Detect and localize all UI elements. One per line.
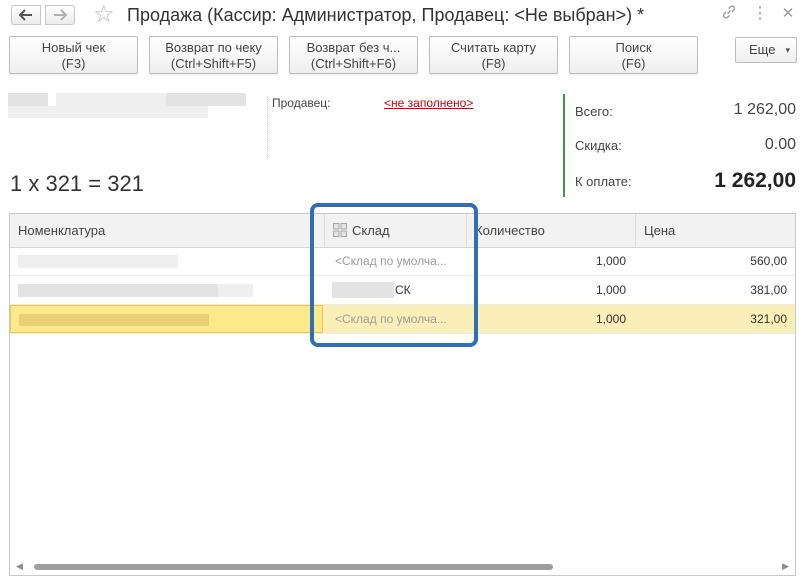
title-bar: ☆ Продажа (Кассир: Администратор, Продав… [0, 0, 808, 32]
button-label: Возврат по чеку [165, 40, 262, 55]
redacted-text [166, 93, 246, 106]
scroll-left-icon[interactable]: ◀ [16, 561, 23, 572]
search-button[interactable]: Поиск (F6) [569, 36, 698, 74]
warehouse-cell[interactable]: <Склад по умолча... [325, 247, 467, 275]
to-pay-label: К оплате: [575, 174, 632, 189]
forward-button[interactable] [45, 5, 75, 25]
items-table: Номенклатура Склад Количество Цена <Скла… [9, 213, 796, 576]
item-cell[interactable] [10, 305, 323, 333]
more-vertical-icon[interactable]: ⋮ [750, 4, 770, 24]
redacted-text [18, 284, 218, 297]
line-formula: 1 x 321 = 321 [10, 171, 144, 196]
price-cell[interactable]: 321,00 [636, 305, 795, 333]
table-header: Номенклатура Склад Количество Цена [10, 214, 795, 248]
quantity-cell[interactable]: 1,000 [467, 276, 636, 304]
column-header-price[interactable]: Цена [636, 214, 795, 247]
column-header-item[interactable]: Номенклатура [10, 214, 325, 247]
button-shortcut: (F8) [481, 56, 506, 71]
redacted-text [19, 314, 209, 326]
redacted-text [8, 106, 208, 118]
button-shortcut: (F6) [621, 56, 646, 71]
star-icon[interactable]: ☆ [93, 2, 115, 28]
redacted-text [56, 93, 166, 106]
grid-icon [333, 223, 347, 237]
close-icon[interactable]: ✕ [778, 4, 798, 24]
chevron-down-icon: ▾ [785, 45, 790, 55]
button-label: Новый чек [41, 40, 106, 55]
column-header-quantity[interactable]: Количество [467, 214, 636, 247]
link-icon[interactable] [719, 4, 739, 24]
window-title: Продажа (Кассир: Администратор, Продавец… [127, 5, 645, 25]
price-cell[interactable]: 560,00 [636, 247, 795, 275]
price-cell[interactable]: 381,00 [636, 276, 795, 304]
more-button[interactable]: Еще ▾ [735, 37, 797, 63]
redacted-text [18, 255, 178, 268]
read-card-button[interactable]: Считать карту (F8) [429, 36, 558, 74]
scroll-right-icon[interactable]: ▶ [782, 561, 789, 572]
column-header-warehouse[interactable]: Склад [325, 214, 467, 247]
total-label: Всего: [575, 104, 613, 119]
return-by-receipt-button[interactable]: Возврат по чеку (Ctrl+Shift+F5) [149, 36, 278, 74]
more-label: Еще [749, 42, 776, 57]
redacted-text [218, 284, 253, 297]
arrow-right-icon [54, 9, 67, 21]
button-shortcut: (Ctrl+Shift+F6) [310, 56, 397, 71]
arrow-left-icon [19, 9, 32, 21]
warehouse-cell[interactable]: СК [385, 276, 467, 304]
warehouse-cell[interactable]: <Склад по умолча... [325, 305, 467, 333]
discount-label: Скидка: [575, 138, 622, 153]
totals-accent-bar [563, 94, 565, 197]
table-row-selected[interactable]: <Склад по умолча... 1,000 321,00 [10, 305, 795, 334]
total-value: 1 262,00 [733, 101, 796, 118]
button-label: Считать карту [450, 40, 537, 55]
button-label: Возврат без ч... [306, 40, 401, 55]
horizontal-scrollbar[interactable]: ◀ ▶ [10, 561, 795, 572]
scrollbar-thumb[interactable] [34, 564, 553, 570]
column-header-label: Склад [352, 223, 390, 238]
seller-link[interactable]: <не заполнено> [384, 96, 473, 110]
button-label: Поиск [615, 40, 652, 55]
back-button[interactable] [11, 5, 41, 25]
button-shortcut: (F3) [61, 56, 86, 71]
seller-label: Продавец: [272, 96, 331, 110]
return-without-receipt-button[interactable]: Возврат без ч... (Ctrl+Shift+F6) [289, 36, 418, 74]
discount-value: 0.00 [764, 136, 796, 153]
table-row[interactable]: СК 1,000 381,00 [10, 276, 795, 305]
new-receipt-button[interactable]: Новый чек (F3) [9, 36, 138, 74]
redacted-text [8, 93, 48, 106]
to-pay-value: 1 262,00 [714, 169, 796, 192]
table-row[interactable]: <Склад по умолча... 1,000 560,00 [10, 247, 795, 276]
divider [267, 96, 268, 158]
quantity-cell[interactable]: 1,000 [467, 305, 636, 333]
button-shortcut: (Ctrl+Shift+F5) [170, 56, 257, 71]
quantity-cell[interactable]: 1,000 [467, 247, 636, 275]
